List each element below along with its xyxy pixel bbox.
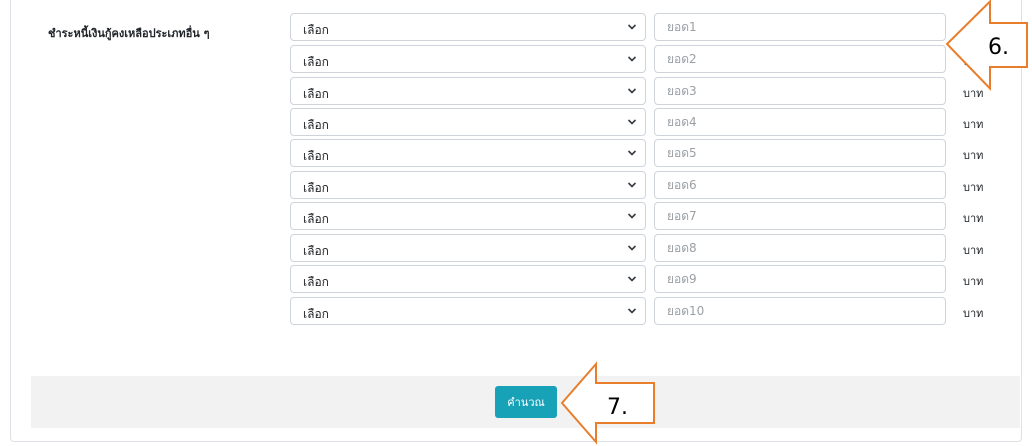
select-value: เลือก (303, 181, 329, 195)
unit-label-10: บาท (963, 307, 984, 320)
select-value: เลือก (303, 55, 329, 69)
callout-6-text: 6. (988, 35, 1009, 60)
chevron-down-icon (627, 182, 637, 188)
chevron-down-icon (627, 24, 637, 30)
amount-input-3[interactable] (654, 77, 946, 105)
select-value: เลือก (303, 87, 329, 101)
chevron-down-icon (627, 88, 637, 94)
unit-label-6: บาท (963, 181, 984, 194)
chevron-down-icon (627, 276, 637, 282)
unit-label-9: บาท (963, 275, 984, 288)
loan-type-select-10[interactable]: เลือก (290, 297, 646, 325)
select-value: เลือก (303, 149, 329, 163)
callout-7: 7. (560, 361, 655, 445)
amount-input-2[interactable] (654, 45, 946, 73)
amount-input-5[interactable] (654, 139, 946, 167)
unit-label-5: บาท (963, 149, 984, 162)
chevron-down-icon (627, 213, 637, 219)
calculate-button[interactable]: คำนวณ (495, 386, 557, 418)
chevron-down-icon (627, 308, 637, 314)
loan-type-select-7[interactable]: เลือก (290, 202, 646, 230)
loan-type-select-8[interactable]: เลือก (290, 234, 646, 262)
amount-input-9[interactable] (654, 265, 946, 293)
select-value: เลือก (303, 118, 329, 132)
amount-input-1[interactable] (654, 13, 946, 41)
callout-6: 6. (945, 0, 1028, 91)
loan-other-types-label: ชำระหนี้เงินกู้คงเหลือประเภทอื่น ๆ (48, 27, 210, 40)
loan-type-select-3[interactable]: เลือก (290, 77, 646, 105)
chevron-down-icon (627, 56, 637, 62)
unit-label-4: บาท (963, 118, 984, 131)
amount-input-10[interactable] (654, 297, 946, 325)
chevron-down-icon (627, 119, 637, 125)
unit-label-7: บาท (963, 212, 984, 225)
chevron-down-icon (627, 245, 637, 251)
select-value: เลือก (303, 275, 329, 289)
select-value: เลือก (303, 23, 329, 37)
loan-type-select-2[interactable]: เลือก (290, 45, 646, 73)
loan-type-select-6[interactable]: เลือก (290, 171, 646, 199)
select-value: เลือก (303, 212, 329, 226)
amount-input-4[interactable] (654, 108, 946, 136)
loan-type-select-9[interactable]: เลือก (290, 265, 646, 293)
amount-input-7[interactable] (654, 202, 946, 230)
loan-type-select-1[interactable]: เลือก (290, 13, 646, 41)
select-value: เลือก (303, 244, 329, 258)
unit-label-8: บาท (963, 244, 984, 257)
loan-type-select-5[interactable]: เลือก (290, 139, 646, 167)
chevron-down-icon (627, 150, 637, 156)
callout-7-text: 7. (607, 395, 628, 420)
amount-input-6[interactable] (654, 171, 946, 199)
select-value: เลือก (303, 307, 329, 321)
loan-type-select-4[interactable]: เลือก (290, 108, 646, 136)
amount-input-8[interactable] (654, 234, 946, 262)
